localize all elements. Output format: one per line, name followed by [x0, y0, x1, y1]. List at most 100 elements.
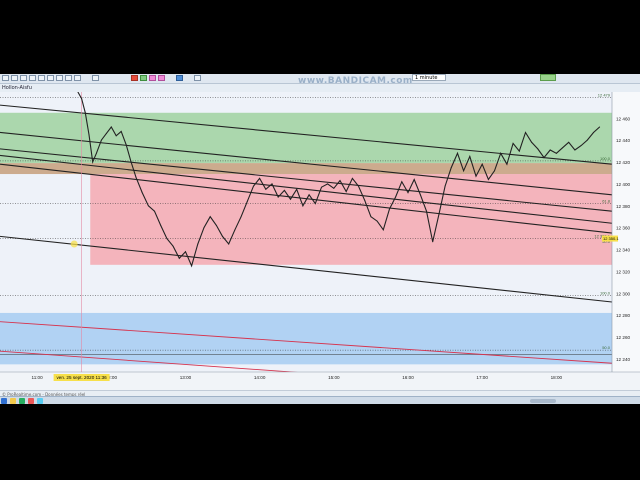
price-point	[228, 243, 230, 245]
price-point	[203, 227, 205, 229]
media-icon[interactable]	[28, 398, 34, 404]
price-point	[358, 185, 359, 187]
period-select[interactable]: 1 minute	[412, 74, 446, 81]
browser-icon[interactable]	[19, 398, 25, 404]
price-point	[389, 208, 390, 210]
x-tick-label: 16:00	[402, 375, 414, 380]
settings-icon[interactable]	[92, 75, 99, 81]
main-toolbar: www.BANDICAM.com 1 minute	[0, 74, 640, 86]
price-point	[339, 180, 341, 182]
cursor-icon[interactable]	[20, 75, 27, 81]
price-point	[105, 133, 107, 135]
price-point	[197, 243, 199, 245]
price-chart[interactable]: 12 460 12 440 12 420 12 400 12 380 12 360 12 3…	[0, 92, 640, 390]
price-point	[290, 198, 291, 200]
price-point	[246, 200, 248, 202]
price-point	[327, 183, 329, 185]
price-point	[426, 210, 427, 212]
price-point	[253, 185, 254, 187]
price-point	[141, 192, 143, 194]
x-tick-label: 13:00	[180, 375, 192, 380]
price-point	[494, 170, 495, 172]
color-icon[interactable]	[176, 75, 183, 81]
price-point	[438, 214, 440, 215]
price-point	[215, 224, 217, 226]
level-label: 50.0	[602, 345, 611, 350]
price-point	[191, 265, 193, 267]
price-point	[450, 167, 452, 168]
price-point	[419, 194, 421, 196]
price-point	[376, 220, 378, 222]
zoom-out-icon[interactable]	[11, 75, 18, 81]
price-point	[555, 152, 557, 154]
color-icon[interactable]	[158, 75, 165, 81]
text-icon[interactable]	[38, 75, 45, 81]
price-point	[222, 235, 223, 237]
price-point	[147, 205, 149, 207]
mouse-cursor-highlight	[70, 240, 78, 248]
price-point	[364, 199, 366, 201]
price-point	[345, 191, 347, 192]
price-point	[413, 179, 415, 180]
price-point	[531, 141, 533, 143]
price-point	[259, 177, 261, 179]
price-point	[185, 251, 186, 253]
chart-scrollbar[interactable]	[530, 399, 556, 403]
price-point	[88, 134, 90, 136]
price-point	[265, 188, 267, 190]
app-icon[interactable]	[37, 398, 43, 404]
price-point	[518, 150, 520, 152]
trendline-icon[interactable]	[29, 75, 36, 81]
price-point	[110, 126, 112, 128]
color-icon[interactable]	[149, 75, 156, 81]
rectangle-icon[interactable]	[56, 75, 63, 81]
price-point	[154, 210, 155, 212]
price-point	[487, 179, 489, 180]
camera-icon[interactable]	[194, 75, 201, 81]
price-point	[100, 139, 102, 141]
price-point	[283, 189, 285, 191]
color-icon[interactable]	[140, 75, 147, 81]
zone-brown	[0, 163, 612, 175]
chart-title: Hollon-Aisfu	[2, 85, 32, 91]
price-axis-background	[612, 92, 640, 372]
folder-icon[interactable]	[10, 398, 16, 404]
y-tick-label: 12 460	[616, 116, 630, 121]
price-point	[580, 145, 582, 147]
price-point	[95, 152, 97, 154]
price-point	[135, 176, 137, 178]
price-point	[568, 141, 570, 143]
indicator-icon[interactable]	[74, 75, 81, 81]
level-label: 100.0	[600, 290, 611, 295]
price-point	[115, 135, 117, 137]
price-point	[314, 203, 316, 205]
price-point	[209, 216, 211, 218]
level-label: 12 479	[598, 92, 611, 97]
price-point	[506, 163, 508, 165]
price-point	[401, 181, 403, 183]
current-price-tag-label: 12 350.1	[603, 236, 619, 241]
y-tick-label: 12 360	[616, 226, 630, 231]
realtime-button[interactable]	[540, 74, 556, 81]
price-point	[277, 196, 279, 198]
price-point	[234, 229, 236, 231]
alert-icon[interactable]	[65, 75, 72, 81]
price-point	[172, 245, 174, 247]
color-icon[interactable]	[131, 75, 138, 81]
level-label: 51.4	[602, 92, 611, 93]
price-point	[92, 161, 94, 163]
level-label: 100.0	[600, 156, 611, 161]
price-point	[599, 126, 601, 128]
x-tick-label: 15:00	[328, 375, 340, 380]
zoom-in-icon[interactable]	[2, 75, 9, 81]
trading-platform-window: www.BANDICAM.com 1 minute Hollon-Aisfu 1…	[0, 74, 640, 404]
price-point	[296, 188, 298, 190]
y-tick-label: 12 380	[616, 204, 630, 209]
fibonacci-icon[interactable]	[47, 75, 54, 81]
price-point	[549, 149, 551, 151]
price-point	[382, 229, 384, 231]
price-point	[469, 156, 471, 157]
price-point	[125, 144, 127, 145]
price-point	[321, 186, 322, 188]
start-icon[interactable]	[1, 398, 7, 404]
